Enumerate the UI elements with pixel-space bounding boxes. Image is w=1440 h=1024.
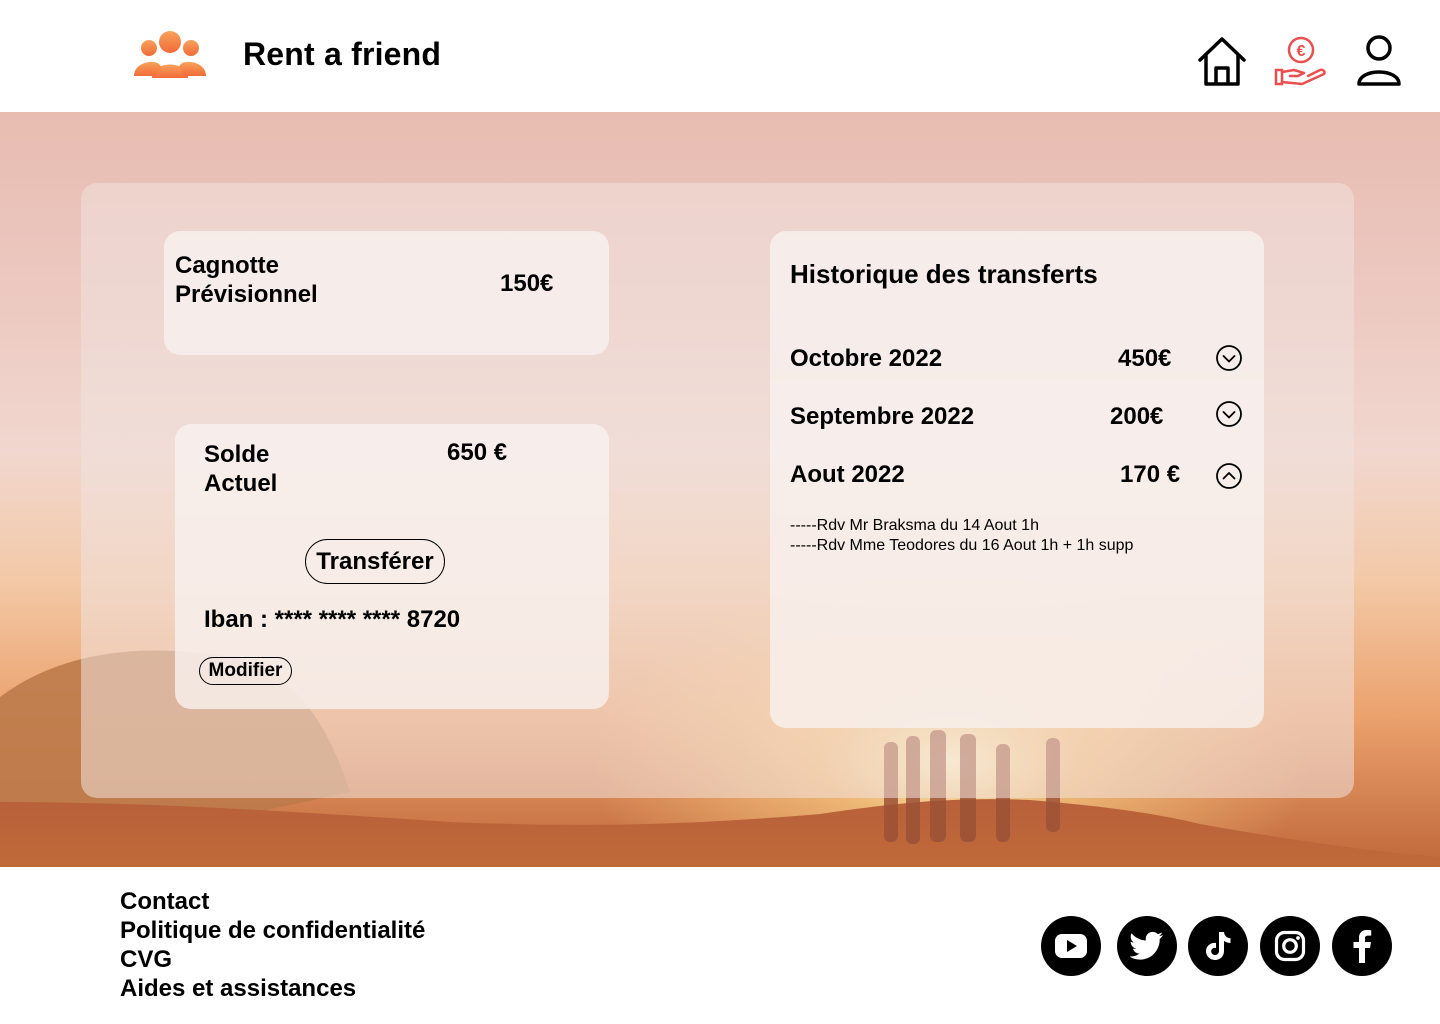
chevron-down-icon[interactable] bbox=[1215, 400, 1243, 428]
solde-label: Solde Actuel bbox=[204, 441, 278, 497]
history-title: Historique des transferts bbox=[790, 259, 1098, 289]
solde-amount: 650 € bbox=[447, 439, 508, 466]
history-row[interactable]: Octobre 2022 450€ bbox=[790, 345, 1250, 385]
svg-text:€: € bbox=[1297, 43, 1306, 60]
euro-hand-icon[interactable]: € bbox=[1272, 34, 1328, 90]
history-detail: -----Rdv Mr Braksma du 14 Aout 1h bbox=[790, 517, 1039, 534]
footer-link-contact[interactable]: Contact bbox=[120, 888, 209, 916]
chevron-up-icon[interactable] bbox=[1215, 462, 1243, 490]
instagram-icon[interactable] bbox=[1260, 916, 1320, 976]
cagnotte-label: Cagnotte Prévisionnel bbox=[175, 252, 318, 308]
chevron-down-icon[interactable] bbox=[1215, 344, 1243, 372]
history-amount: 200€ bbox=[1110, 403, 1164, 430]
history-row[interactable]: Aout 2022 170 € bbox=[790, 461, 1250, 501]
history-row[interactable]: Septembre 2022 200€ bbox=[790, 400, 1250, 443]
history-detail: -----Rdv Mme Teodores du 16 Aout 1h + 1h… bbox=[790, 537, 1134, 554]
youtube-icon[interactable] bbox=[1041, 916, 1101, 976]
footer-link-privacy[interactable]: Politique de confidentialité bbox=[120, 917, 425, 945]
history-amount: 170 € bbox=[1120, 461, 1181, 488]
users-group-icon bbox=[134, 31, 206, 78]
user-icon[interactable] bbox=[1352, 34, 1408, 90]
tiktok-icon[interactable] bbox=[1188, 916, 1248, 976]
modify-button[interactable]: Modifier bbox=[199, 657, 292, 685]
history-month: Octobre 2022 bbox=[790, 345, 943, 372]
footer-link-help[interactable]: Aides et assistances bbox=[120, 975, 356, 1003]
header: Rent a friend € bbox=[0, 0, 1440, 112]
app-title: Rent a friend bbox=[243, 36, 442, 72]
history-month: Septembre 2022 bbox=[790, 403, 975, 430]
cagnotte-amount: 150€ bbox=[500, 270, 554, 297]
history-amount: 450€ bbox=[1118, 345, 1172, 372]
history-month: Aout 2022 bbox=[790, 461, 905, 488]
facebook-icon[interactable] bbox=[1332, 916, 1392, 976]
footer-link-cvg[interactable]: CVG bbox=[120, 946, 172, 974]
twitter-icon[interactable] bbox=[1117, 916, 1177, 976]
iban-text: Iban : **** **** **** 8720 bbox=[204, 606, 461, 633]
transfer-button[interactable]: Transférer bbox=[305, 539, 445, 584]
home-icon[interactable] bbox=[1194, 34, 1250, 90]
